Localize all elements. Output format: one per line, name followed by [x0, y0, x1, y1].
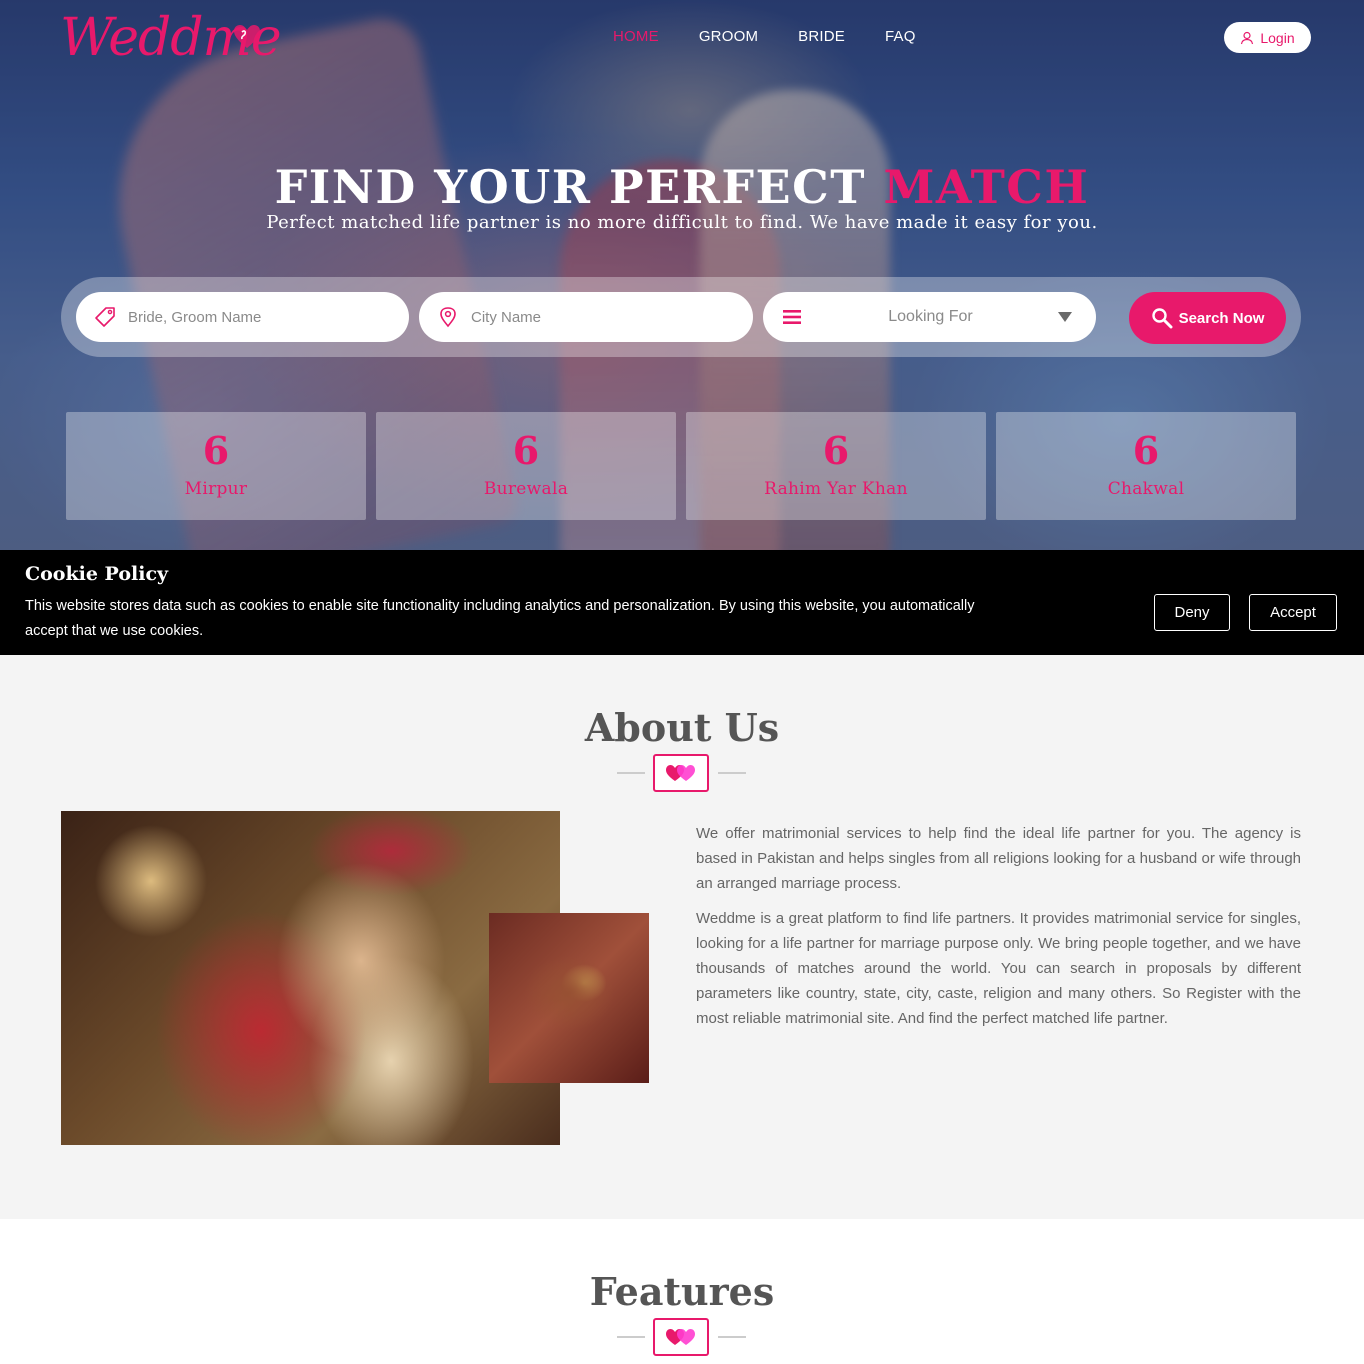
logo-heart-icon: [234, 25, 260, 48]
divider-line: [617, 1336, 645, 1338]
stat-city: Mirpur: [184, 479, 248, 499]
stat-count: 6: [822, 428, 850, 473]
stat-count: 6: [512, 428, 540, 473]
stat-card-mirpur[interactable]: 6 Mirpur: [66, 412, 366, 520]
stat-city: Rahim Yar Khan: [764, 479, 908, 499]
search-now-button[interactable]: Search Now: [1129, 292, 1286, 344]
name-search-placeholder: Bride, Groom Name: [128, 308, 262, 326]
stat-city: Burewala: [483, 479, 569, 499]
about-ring-image: [489, 913, 649, 1083]
user-icon: [1241, 31, 1254, 44]
divider-box: [653, 1318, 709, 1356]
stat-card-burewala[interactable]: 6 Burewala: [376, 412, 676, 520]
city-search-placeholder: City Name: [471, 308, 542, 326]
about-section: About Us We offer matrimonial services t…: [0, 655, 1364, 1219]
tag-icon: [95, 307, 115, 327]
hero-title-main: FIND YOUR PERFECT: [274, 160, 884, 214]
stat-count: 6: [1132, 428, 1160, 473]
search-now-label: Search Now: [1178, 309, 1265, 327]
nav-faq[interactable]: FAQ: [885, 28, 916, 45]
stat-count: 6: [202, 428, 230, 473]
hero-title: FIND YOUR PERFECT MATCH: [0, 160, 1364, 214]
cookie-text: This website stores data such as cookies…: [25, 598, 975, 639]
stat-city: Chakwal: [1107, 479, 1185, 499]
name-search-field[interactable]: Bride, Groom Name: [76, 292, 409, 342]
hearts-icon: [666, 1329, 695, 1345]
about-couple-image: [61, 811, 560, 1145]
hero-section: Weddme HOME GROOM BRIDE FAQ Login FIND Y…: [0, 0, 1364, 550]
looking-for-select[interactable]: Looking For: [763, 292, 1096, 342]
chevron-down-icon: [1058, 312, 1072, 322]
hero-title-accent: MATCH: [883, 160, 1090, 214]
features-section: Features: [0, 1219, 1364, 1364]
features-title: Features: [589, 1269, 775, 1314]
nav-groom[interactable]: GROOM: [699, 28, 758, 45]
features-divider: [617, 1318, 746, 1356]
cookie-banner: Cookie Policy This website stores data s…: [0, 550, 1364, 655]
nav-home[interactable]: HOME: [613, 28, 659, 45]
cookie-accept-button[interactable]: Accept: [1249, 594, 1337, 631]
location-pin-icon: [440, 307, 456, 328]
divider-box: [653, 754, 709, 792]
search-icon: [1151, 308, 1173, 329]
login-label: Login: [1260, 29, 1295, 46]
about-text: We offer matrimonial services to help fi…: [696, 821, 1301, 1041]
main-nav: HOME GROOM BRIDE FAQ: [613, 28, 916, 45]
divider-line: [718, 772, 746, 774]
hero-subtitle: Perfect matched life partner is no more …: [266, 212, 1098, 233]
cookie-deny-button[interactable]: Deny: [1154, 594, 1230, 631]
divider-line: [617, 772, 645, 774]
login-button[interactable]: Login: [1224, 22, 1311, 53]
about-divider: [617, 754, 746, 792]
cookie-title: Cookie Policy: [25, 563, 169, 585]
about-title: About Us: [584, 705, 780, 750]
stat-card-chakwal[interactable]: 6 Chakwal: [996, 412, 1296, 520]
divider-line: [718, 1336, 746, 1338]
about-paragraph: Weddme is a great platform to find life …: [696, 910, 1301, 1027]
menu-icon: [783, 310, 801, 324]
about-paragraph: We offer matrimonial services to help fi…: [696, 825, 1301, 892]
nav-bride[interactable]: BRIDE: [798, 28, 845, 45]
city-search-field[interactable]: City Name: [419, 292, 753, 342]
hearts-icon: [666, 765, 695, 781]
stat-card-rahim-yar-khan[interactable]: 6 Rahim Yar Khan: [686, 412, 986, 520]
looking-for-label: Looking For: [888, 308, 973, 325]
search-bar: Bride, Groom Name City Name Looking For: [61, 277, 1301, 357]
